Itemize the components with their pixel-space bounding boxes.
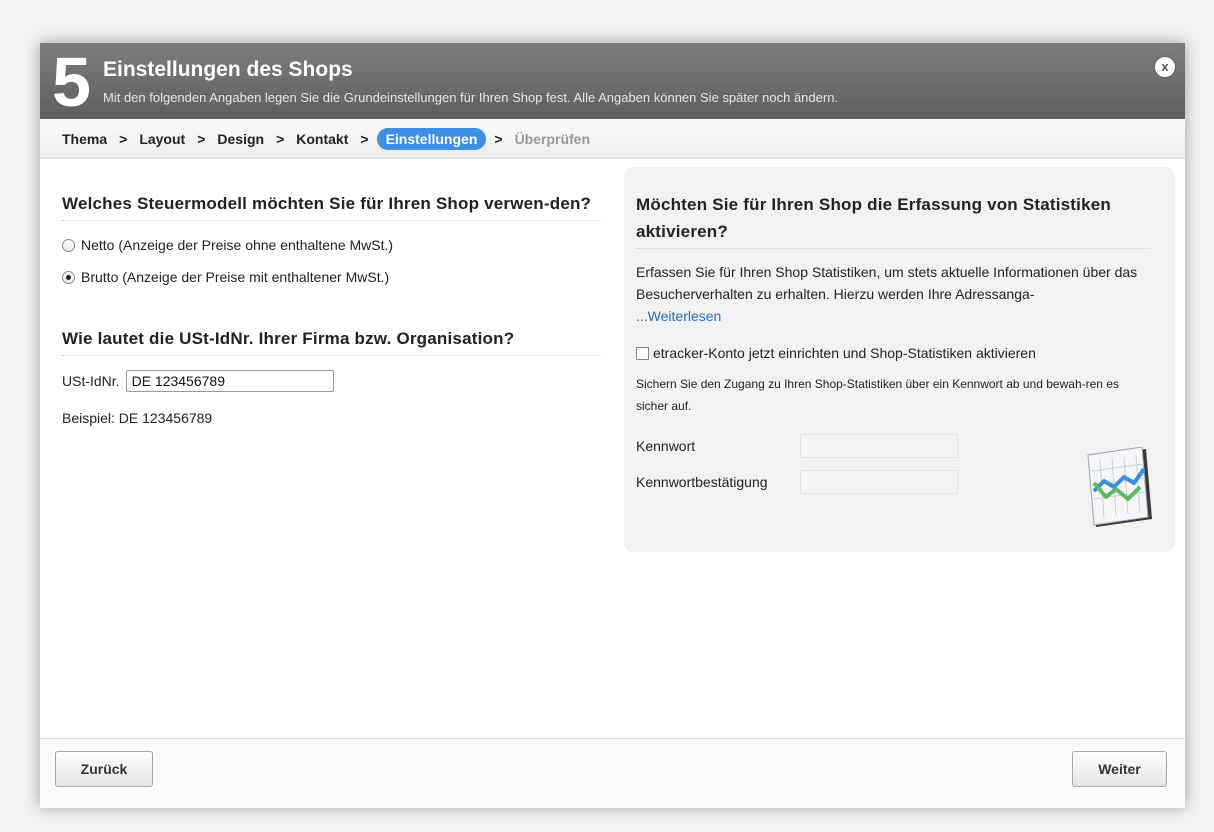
dialog-footer: Zurück Weiter: [40, 738, 1185, 808]
breadcrumb-separator: >: [360, 130, 369, 147]
statistics-title: Möchten Sie für Ihren Shop die Erfassung…: [636, 191, 1150, 249]
breadcrumb-separator: >: [276, 130, 285, 147]
back-button[interactable]: Zurück: [55, 751, 153, 787]
statistics-description: Erfassen Sie für Ihren Shop Statistiken,…: [636, 261, 1150, 327]
password-confirm-row: Kennwortbestätigung: [636, 469, 1150, 495]
vat-id-label: USt-IdNr.: [62, 373, 120, 389]
password-input[interactable]: [800, 434, 958, 458]
breadcrumb-item-thema[interactable]: Thema: [62, 131, 107, 147]
close-icon[interactable]: x: [1155, 57, 1175, 77]
vat-id-title: Wie lautet die USt-IdNr. Ihrer Firma bzw…: [62, 325, 602, 356]
next-button[interactable]: Weiter: [1072, 751, 1167, 787]
password-confirm-label: Kennwortbestätigung: [636, 474, 768, 490]
breadcrumb: Thema > Layout > Design > Kontakt > Eins…: [40, 119, 1185, 159]
tax-model-title: Welches Steuermodell möchten Sie für Ihr…: [62, 190, 602, 221]
vat-id-row: USt-IdNr.: [62, 370, 602, 392]
etracker-checkbox-label: etracker-Konto jetzt einrichten und Shop…: [653, 345, 1036, 361]
dialog-header: 5 Einstellungen des Shops Mit den folgen…: [40, 43, 1185, 119]
radio-button-brutto[interactable]: [62, 270, 75, 284]
step-number: 5: [52, 43, 91, 121]
statistics-chart-icon: [1087, 447, 1152, 527]
breadcrumb-item-layout[interactable]: Layout: [139, 131, 185, 147]
breadcrumb-item-einstellungen[interactable]: Einstellungen: [376, 127, 487, 150]
shop-settings-dialog: 5 Einstellungen des Shops Mit den folgen…: [40, 43, 1185, 808]
vat-id-input[interactable]: [125, 370, 334, 392]
password-confirm-input[interactable]: [800, 470, 958, 494]
radio-option-brutto[interactable]: Brutto (Anzeige der Preise mit enthalten…: [62, 267, 602, 287]
password-row: Kennwort: [636, 433, 1150, 459]
statistics-description-text: Erfassen Sie für Ihren Shop Statistiken,…: [636, 264, 1138, 302]
left-column: Welches Steuermodell möchten Sie für Ihr…: [62, 190, 602, 426]
vat-id-example: Beispiel: DE 123456789: [62, 410, 213, 426]
breadcrumb-separator: >: [119, 130, 128, 147]
password-note: Sichern Sie den Zugang zu Ihren Shop-Sta…: [636, 377, 1119, 413]
password-label: Kennwort: [636, 438, 696, 454]
radio-button-netto[interactable]: [62, 238, 75, 252]
breadcrumb-separator: >: [494, 130, 503, 147]
read-more-link[interactable]: ...Weiterlesen: [636, 308, 721, 324]
radio-label-brutto: Brutto (Anzeige der Preise mit enthalten…: [81, 269, 390, 285]
radio-option-netto[interactable]: Netto (Anzeige der Preise ohne enthalten…: [62, 235, 602, 255]
statistics-panel: Möchten Sie für Ihren Shop die Erfassung…: [624, 167, 1175, 552]
breadcrumb-item-design[interactable]: Design: [217, 131, 264, 147]
radio-label-netto: Netto (Anzeige der Preise ohne enthalten…: [81, 237, 394, 253]
dialog-subtitle: Mit den folgenden Angaben legen Sie die …: [103, 90, 839, 105]
breadcrumb-item-ueberpruefen: Überprüfen: [514, 130, 591, 147]
breadcrumb-separator: >: [197, 130, 206, 147]
statistics-panel-content: Möchten Sie für Ihren Shop die Erfassung…: [636, 191, 1150, 495]
dialog-title: Einstellungen des Shops: [103, 58, 353, 81]
etracker-checkbox[interactable]: [636, 346, 649, 360]
etracker-checkbox-row[interactable]: etracker-Konto jetzt einrichten und Shop…: [636, 345, 1150, 361]
breadcrumb-item-kontakt[interactable]: Kontakt: [296, 131, 348, 147]
